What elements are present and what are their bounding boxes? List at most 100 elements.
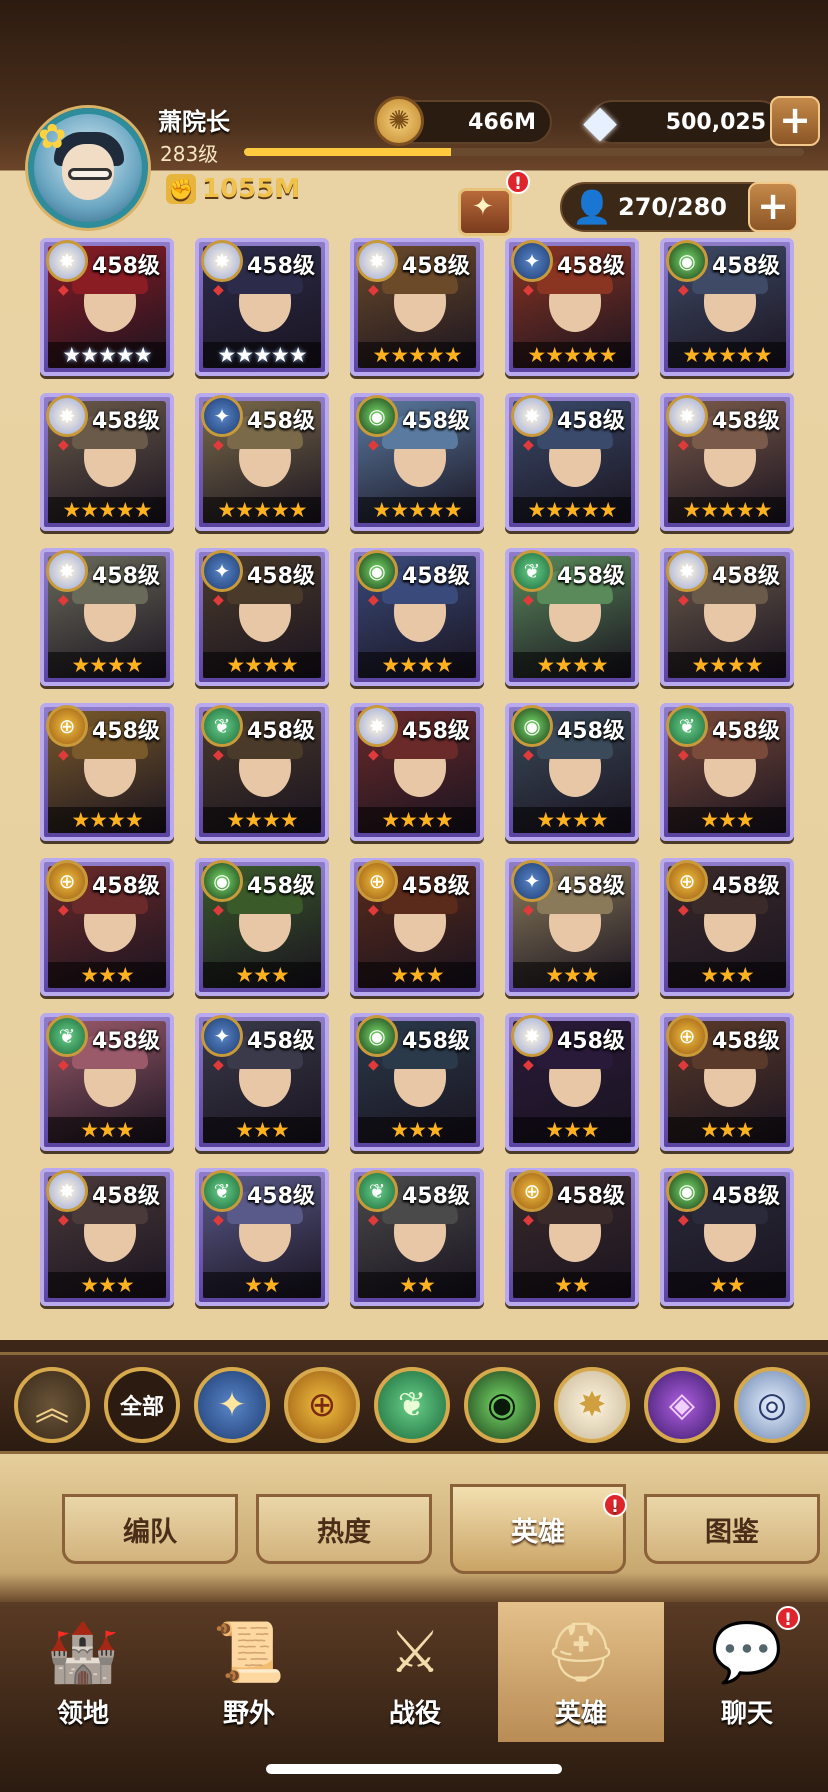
celestial-icon: ✸: [577, 1385, 607, 1425]
graveborn-icon: ◉: [356, 395, 398, 437]
hero-stars: ★★: [203, 1272, 321, 1298]
hero-card[interactable]: ★★★★ 458级 ❦ ◆: [505, 548, 639, 686]
maulers-icon: ⊕: [46, 705, 88, 747]
filter-graveborn-button[interactable]: ◉: [464, 1367, 540, 1443]
tab-collection[interactable]: 图鉴: [644, 1494, 820, 1564]
hero-card[interactable]: ★★ 458级 ❦ ◆: [195, 1168, 329, 1306]
hero-card[interactable]: ★★★★ 458级 ✸ ◆: [350, 703, 484, 841]
hero-card[interactable]: ★★★★ 458级 ◉ ◆: [505, 703, 639, 841]
nav-territory[interactable]: 🏰 领地: [0, 1602, 166, 1742]
hero-level: 458级: [92, 254, 160, 279]
hero-card[interactable]: ★★★ 458级 ✦ ◆: [505, 858, 639, 996]
tab-popularity[interactable]: 热度: [256, 1494, 432, 1564]
celestial-icon: ✸: [511, 1015, 553, 1057]
celestial-icon: ✸: [46, 550, 88, 592]
hero-stars: ★★: [513, 1272, 631, 1298]
filter-maulers-button[interactable]: ⊕: [284, 1367, 360, 1443]
graveborn-icon: ◉: [511, 705, 553, 747]
hero-card[interactable]: ★★★★★ 458级 ✸ ◆: [40, 238, 174, 376]
wilder-icon: ❦: [511, 550, 553, 592]
collapse-filter-button[interactable]: ︽: [14, 1367, 90, 1443]
filter-celestial-button[interactable]: ✸: [554, 1367, 630, 1443]
hero-card[interactable]: ★★★ 458级 ⊕ ◆: [350, 858, 484, 996]
quest-chest-button[interactable]: ✦ !: [446, 170, 530, 240]
hero-card[interactable]: ★★★★★ 458级 ✸ ◆: [660, 393, 794, 531]
hero-card[interactable]: ★★★★ 458级 ◉ ◆: [350, 548, 484, 686]
chevron-up-icon: ︽: [35, 1388, 69, 1429]
add-diamonds-button[interactable]: +: [770, 96, 820, 146]
hero-card[interactable]: ★★★★★ 458级 ✦ ◆: [505, 238, 639, 376]
hero-card[interactable]: ★★★★★ 458级 ✸ ◆: [40, 393, 174, 531]
tab-popularity-label: 热度: [317, 1516, 371, 1548]
hero-card[interactable]: ★★★ 458级 ⊕ ◆: [40, 858, 174, 996]
hero-card[interactable]: ★★★★ 458级 ✸ ◆: [660, 548, 794, 686]
hero-card[interactable]: ★★★ 458级 ◉ ◆: [350, 1013, 484, 1151]
hero-card[interactable]: ★★★ 458级 ⊕ ◆: [660, 1013, 794, 1151]
power-value: 1055M: [202, 174, 301, 204]
hero-grid: ★★★★★ 458级 ✸ ◆ ★★★★★ 458级 ✸ ◆ ★★★★★ 458级 ✸ ◆ ★★★★★ 45…: [36, 234, 794, 1330]
hero-card[interactable]: ★★★★★ 458级 ◉ ◆: [660, 238, 794, 376]
nav-territory-label: 领地: [56, 1699, 109, 1729]
hero-card[interactable]: ★★★★★ 458级 ✸ ◆: [195, 238, 329, 376]
tab-heroes[interactable]: 英雄 !: [450, 1484, 627, 1574]
hero-level: 458级: [247, 874, 315, 899]
hero-card[interactable]: ★★★★ 458级 ❦ ◆: [195, 703, 329, 841]
hero-stars: ★★★★: [203, 807, 321, 833]
hero-level: 458级: [402, 1184, 470, 1209]
filter-all-button[interactable]: 全部: [104, 1367, 180, 1443]
hero-level: 458级: [712, 254, 780, 279]
nav-wild[interactable]: 📜 野外: [166, 1602, 332, 1742]
hero-stars: ★★★★★: [358, 342, 476, 368]
wilder-icon: ❦: [46, 1015, 88, 1057]
hero-card[interactable]: ★★★★★ 458级 ✦ ◆: [195, 393, 329, 531]
hero-card[interactable]: ★★★ 458级 ⊕ ◆: [660, 858, 794, 996]
lightbearer-icon: ✦: [511, 240, 553, 282]
filter-lightbearer-button[interactable]: ✦: [194, 1367, 270, 1443]
hero-card[interactable]: ★★★ 458级 ✦ ◆: [195, 1013, 329, 1151]
hero-card[interactable]: ★★★★ 458级 ⊕ ◆: [40, 703, 174, 841]
filter-all-label: 全部: [119, 1395, 164, 1420]
home-indicator[interactable]: [266, 1764, 562, 1774]
filter-wilder-button[interactable]: ❦: [374, 1367, 450, 1443]
nav-wild-label: 野外: [222, 1699, 275, 1729]
tab-formation[interactable]: 编队: [62, 1494, 238, 1564]
star-icon: ✦: [472, 192, 494, 222]
nav-heroes[interactable]: ⛑ 英雄: [498, 1602, 664, 1742]
hero-level: 458级: [557, 409, 625, 434]
hero-card[interactable]: ★★ 458级 ◉ ◆: [660, 1168, 794, 1306]
add-hero-slots-button[interactable]: +: [748, 182, 798, 232]
hero-stars: ★★★★★: [48, 497, 166, 523]
wilder-icon: ❦: [356, 1170, 398, 1212]
ascension-gem-icon: ◆: [368, 592, 379, 608]
hero-card[interactable]: ★★★★★ 458级 ◉ ◆: [350, 393, 484, 531]
hero-card[interactable]: ★★★★★ 458级 ✸ ◆: [350, 238, 484, 376]
hero-card[interactable]: ★★★★ 458级 ✸ ◆: [40, 548, 174, 686]
hero-card[interactable]: ★★ 458级 ⊕ ◆: [505, 1168, 639, 1306]
hero-card[interactable]: ★★★ 458级 ✸ ◆: [40, 1168, 174, 1306]
hero-stars: ★★★★: [513, 807, 631, 833]
hero-level: 458级: [92, 1184, 160, 1209]
filter-hypogean-button[interactable]: ◈: [644, 1367, 720, 1443]
hero-stars: ★★★★★: [48, 342, 166, 368]
ascension-gem-icon: ◆: [678, 1212, 689, 1228]
hero-level: 458级: [247, 409, 315, 434]
hero-stars: ★★★: [513, 962, 631, 988]
hero-stars: ★★★★: [358, 807, 476, 833]
hero-card[interactable]: ★★ 458级 ❦ ◆: [350, 1168, 484, 1306]
hero-card[interactable]: ★★★★★ 458级 ✸ ◆: [505, 393, 639, 531]
nav-chat[interactable]: 💬 聊天 !: [664, 1602, 828, 1742]
tab-heroes-badge: !: [603, 1493, 627, 1517]
filter-dimensional-button[interactable]: ◎: [734, 1367, 810, 1443]
hero-card[interactable]: ★★★ 458级 ❦ ◆: [660, 703, 794, 841]
hero-card[interactable]: ★★★ 458级 ❦ ◆: [40, 1013, 174, 1151]
hypogean-icon: ◈: [668, 1385, 696, 1425]
nav-chat-badge: !: [776, 1606, 800, 1630]
hero-card[interactable]: ★★★ 458级 ✸ ◆: [505, 1013, 639, 1151]
nav-campaign-label: 战役: [388, 1699, 441, 1729]
ascension-gem-icon: ◆: [678, 747, 689, 763]
hero-card[interactable]: ★★★★ 458级 ✦ ◆: [195, 548, 329, 686]
nav-campaign[interactable]: ⚔ 战役: [332, 1602, 498, 1742]
tab-formation-label: 编队: [123, 1516, 177, 1548]
player-avatar[interactable]: ✿: [28, 108, 148, 228]
hero-card[interactable]: ★★★ 458级 ◉ ◆: [195, 858, 329, 996]
